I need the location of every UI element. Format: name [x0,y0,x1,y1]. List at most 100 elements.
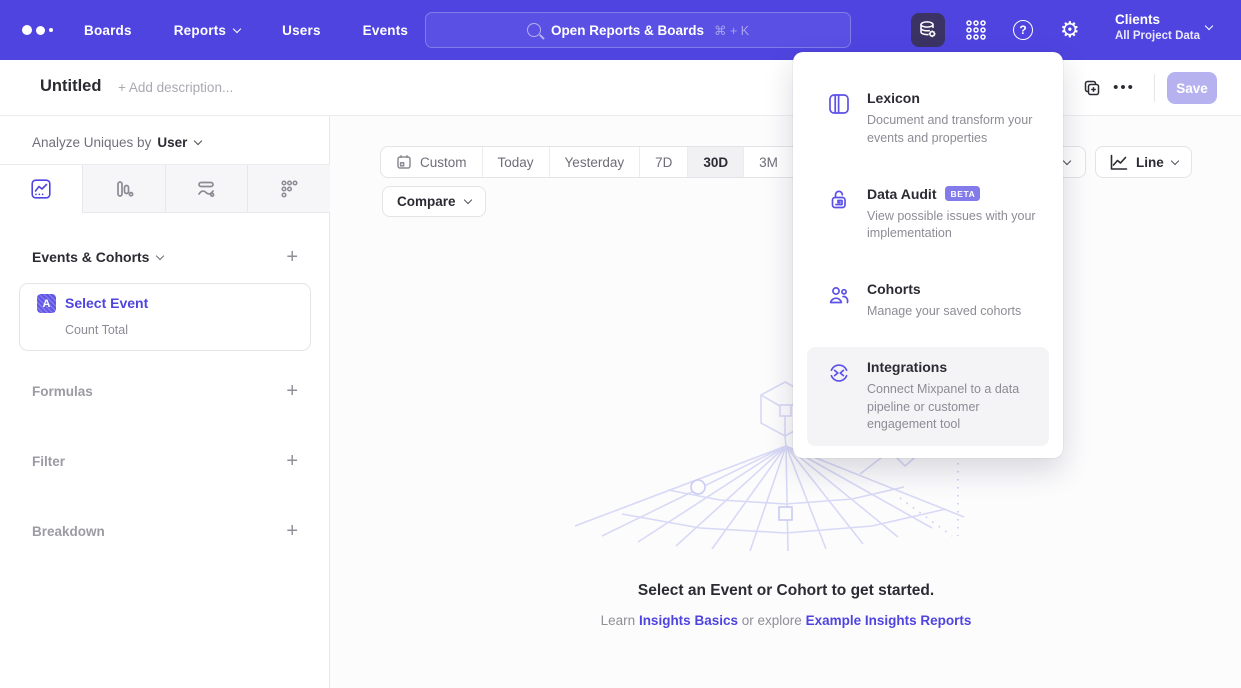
report-title[interactable]: Untitled [40,77,101,96]
range-30d-selected[interactable]: 30D [687,147,743,177]
compare-button[interactable]: Compare [382,186,486,217]
integrations-sync-icon [827,359,851,434]
settings-button[interactable]: ⚙ [1060,17,1080,43]
save-button[interactable]: Save [1167,72,1217,104]
example-reports-link[interactable]: Example Insights Reports [806,613,972,628]
range-label: 7D [655,155,672,170]
range-custom[interactable]: Custom [381,147,482,177]
select-event-label[interactable]: Select Event [65,295,148,311]
menu-item-description: Document and transform your events and p… [867,112,1045,148]
header-divider [1154,74,1155,102]
query-builder-sidebar: Analyze Uniques by User [0,116,330,688]
menu-item-title: Lexicon [867,90,920,106]
project-switcher[interactable]: Clients All Project Data [1115,11,1200,44]
duplicate-button[interactable] [1076,72,1108,104]
chevron-down-icon [1171,156,1179,164]
select-event-card[interactable]: A Select Event Count Total [19,283,311,351]
chart-type-label: Line [1136,155,1164,170]
help-button[interactable]: ? [1013,20,1033,40]
nav-label: Boards [84,23,132,38]
metrics-tab-icon [278,178,300,200]
more-options-button[interactable]: ••• [1108,72,1140,104]
ellipsis-icon: ••• [1113,83,1135,93]
search-shortcut: ⌘ + K [714,23,749,38]
nav-label: Reports [174,23,226,38]
filter-label: Filter [32,454,65,469]
menu-item-lexicon[interactable]: Lexicon Document and transform your even… [807,78,1049,160]
project-name: All Project Data [1115,29,1200,44]
menu-item-text: Integrations Connect Mixpanel to a data … [867,359,1045,434]
tab-line-chart[interactable] [0,165,82,213]
nav-label: Users [282,23,321,38]
nav-boards[interactable]: Boards [84,23,132,38]
analyze-prefix: Analyze Uniques by [32,135,151,150]
bar-chart-tab-icon [113,178,135,200]
range-label: Yesterday [565,155,625,170]
analyze-uniques-control[interactable]: Analyze Uniques by User [32,135,201,150]
range-7d[interactable]: 7D [639,147,687,177]
menu-item-cohorts[interactable]: Cohorts Manage your saved cohorts [807,269,1049,333]
menu-item-title: Data Audit [867,186,936,202]
tab-metrics[interactable] [247,165,330,213]
range-today[interactable]: Today [482,147,549,177]
add-formula-button[interactable]: + [286,382,298,400]
database-gear-icon [917,19,939,41]
nav-events[interactable]: Events [363,23,408,38]
range-yesterday[interactable]: Yesterday [549,147,640,177]
line-chart-tab-icon [30,178,52,200]
add-breakdown-button[interactable]: + [286,522,298,540]
insights-basics-link[interactable]: Insights Basics [639,613,738,628]
chevron-down-icon [463,196,471,204]
nav-users[interactable]: Users [282,23,321,38]
chevron-down-icon [1205,22,1213,30]
mixpanel-logo[interactable] [22,0,53,60]
count-total-label[interactable]: Count Total [65,323,128,337]
cohorts-people-icon [827,281,851,321]
mixpanel-app: Select an Event or Cohort to get started… [0,0,1241,688]
tab-bar-chart[interactable] [82,165,165,213]
add-description-field[interactable]: + Add description... [118,80,233,95]
nav-menu: Boards Reports Users Events [84,0,408,60]
range-label: Custom [420,155,467,170]
menu-item-description: Manage your saved cohorts [867,303,1045,321]
chart-type-button[interactable]: Line [1095,146,1192,178]
nav-label: Events [363,23,408,38]
range-3m[interactable]: 3M [743,147,793,177]
breakdown-section: Breakdown + [32,522,298,540]
tab-stacked-chart[interactable] [165,165,248,213]
range-label: 30D [703,155,728,170]
analyze-value[interactable]: User [157,135,187,150]
lexicon-book-icon [827,90,851,148]
add-event-button[interactable]: + [286,248,298,266]
event-letter-badge: A [37,294,56,313]
menu-item-data-audit[interactable]: Data Audit BETA View possible issues wit… [807,174,1049,256]
menu-item-title: Integrations [867,359,947,375]
question-icon: ? [1019,23,1026,37]
empty-middle: or explore [742,613,802,628]
menu-item-description: Connect Mixpanel to a data pipeline or c… [867,381,1045,434]
add-filter-button[interactable]: + [286,452,298,470]
data-management-dropdown: Lexicon Document and transform your even… [793,52,1063,458]
events-cohorts-toggle[interactable]: Events & Cohorts [32,249,163,265]
apps-grid-button[interactable] [964,18,988,42]
menu-item-text: Data Audit BETA View possible issues wit… [867,186,1045,244]
range-label: Today [498,155,534,170]
top-navbar: Boards Reports Users Events Open Reports… [0,0,1241,60]
global-search-input[interactable]: Open Reports & Boards ⌘ + K [425,12,851,48]
stacked-flows-tab-icon [195,178,217,200]
breakdown-label: Breakdown [32,524,105,539]
org-name: Clients [1115,11,1200,29]
beta-badge: BETA [945,186,980,201]
empty-prefix: Learn [601,613,636,628]
line-chart-icon [1109,154,1128,171]
range-label: 3M [759,155,778,170]
chevron-down-icon [194,137,202,145]
empty-state-title: Select an Event or Cohort to get started… [331,582,1241,600]
gear-icon: ⚙ [1060,17,1080,42]
menu-item-integrations[interactable]: Integrations Connect Mixpanel to a data … [807,347,1049,446]
search-icon [527,23,541,37]
menu-item-text: Cohorts Manage your saved cohorts [867,281,1045,321]
copy-plus-icon [1083,79,1101,97]
nav-reports[interactable]: Reports [174,23,240,38]
data-management-button-active[interactable] [911,13,945,47]
